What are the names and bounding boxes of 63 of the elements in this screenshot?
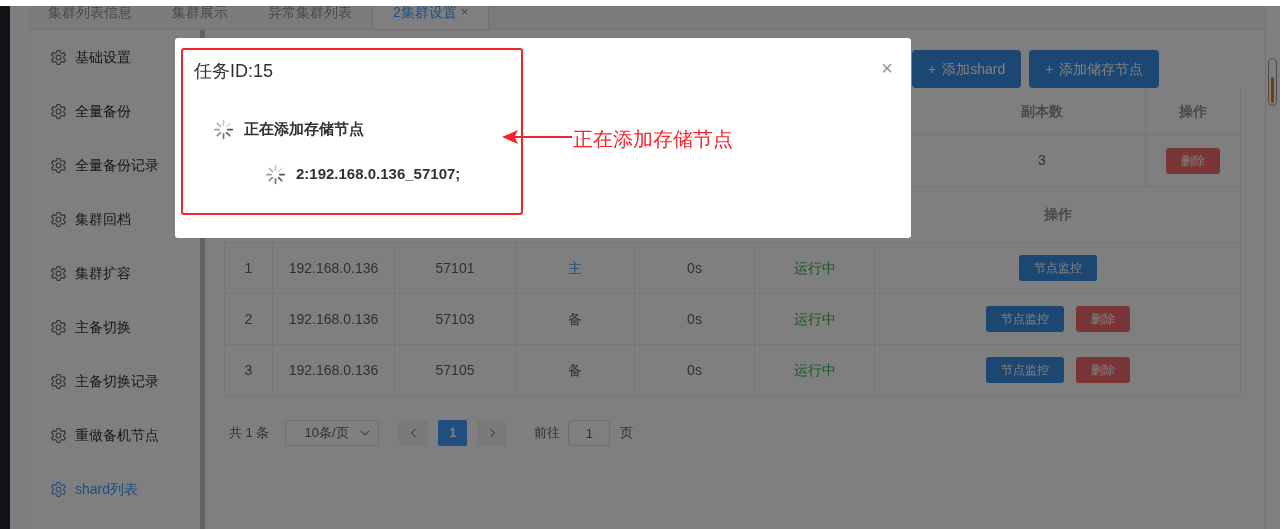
table-cell: 192.168.0.136 (273, 294, 395, 345)
settings-icon (50, 48, 67, 66)
monitor-button[interactable]: 节点监控 (985, 357, 1064, 383)
annotation-arrow (500, 129, 572, 145)
task-status: 正在添加存储节点 (244, 119, 364, 139)
table-cell: 3 (225, 345, 273, 396)
page-size-select[interactable]: 10条/页 (285, 420, 380, 446)
delete-button[interactable]: 删除 (1075, 306, 1130, 332)
task-status: 2:192.168.0.136_57107; (296, 164, 461, 184)
settings-icon (50, 210, 67, 228)
sidebar-item[interactable]: 全量备份 (28, 84, 200, 138)
close-button[interactable]: × (881, 58, 893, 78)
table-cell: 运行中 (755, 294, 875, 345)
table-cell: 0s (635, 243, 755, 294)
table-cell: 运行中 (755, 243, 875, 294)
table-cell: 57103 (395, 294, 516, 345)
settings-icon (50, 480, 67, 498)
dialog-title: 任务ID:15 (194, 60, 274, 83)
settings-icon (50, 102, 67, 120)
table-cell: 0s (635, 294, 755, 345)
close-icon[interactable]: × (460, 6, 469, 18)
page-input[interactable]: 1 (568, 420, 611, 446)
monitor-button[interactable]: 节点监控 (985, 306, 1064, 332)
sidebar-item[interactable]: 全量备份记录 (28, 138, 200, 192)
table-cell: 备 (516, 345, 635, 396)
add-button[interactable]: + 添加shard (912, 50, 1022, 88)
sidebar-item[interactable]: 集群扩容 (28, 246, 200, 300)
sidebar-item[interactable]: 集群回档 (28, 192, 200, 246)
table-cell: 192.168.0.136 (273, 243, 395, 294)
table-cell: 备 (516, 294, 635, 345)
settings-icon (50, 156, 67, 174)
page-label: 页 (620, 424, 634, 443)
table-cell: 0s (635, 345, 755, 396)
table-cell: 57105 (395, 345, 516, 396)
previous-icon (408, 428, 419, 438)
settings-icon (50, 372, 67, 390)
table-cell: 1 (225, 243, 273, 294)
table-cell: 主 (516, 243, 635, 294)
total-count: 共 1 条 (229, 424, 270, 443)
settings-icon (50, 426, 67, 444)
plus-icon: + (928, 58, 937, 80)
goto-label: 前往 (534, 424, 561, 443)
settings-icon (50, 264, 67, 282)
table-cell: 57101 (395, 243, 516, 294)
delete-button[interactable]: 删除 (1166, 147, 1220, 174)
table-cell: 2 (225, 294, 273, 345)
page-button[interactable]: 1 (438, 420, 468, 446)
sidebar-item[interactable]: 主备切换记录 (28, 354, 200, 408)
add-button[interactable]: + 添加储存节点 (1029, 50, 1160, 88)
sidebar-item[interactable]: 主备切换 (28, 300, 200, 354)
table-cell: 运行中 (755, 345, 875, 396)
loading-icon (213, 118, 234, 140)
loading-icon (265, 163, 286, 185)
table-cell: 192.168.0.136 (273, 345, 395, 396)
sidebar-item[interactable]: 重做备机节点 (28, 408, 200, 462)
delete-button[interactable]: 删除 (1075, 357, 1130, 383)
tab[interactable]: 2集群设置 × (372, 6, 490, 29)
plus-icon: + (1045, 58, 1054, 80)
settings-icon (50, 318, 67, 336)
monitor-button[interactable]: 节点监控 (1018, 255, 1097, 281)
sidebar-item[interactable]: shard列表 (28, 462, 200, 516)
annotation-text: 正在添加存储节点 (573, 127, 733, 152)
table-cell: 3 (939, 135, 1146, 187)
